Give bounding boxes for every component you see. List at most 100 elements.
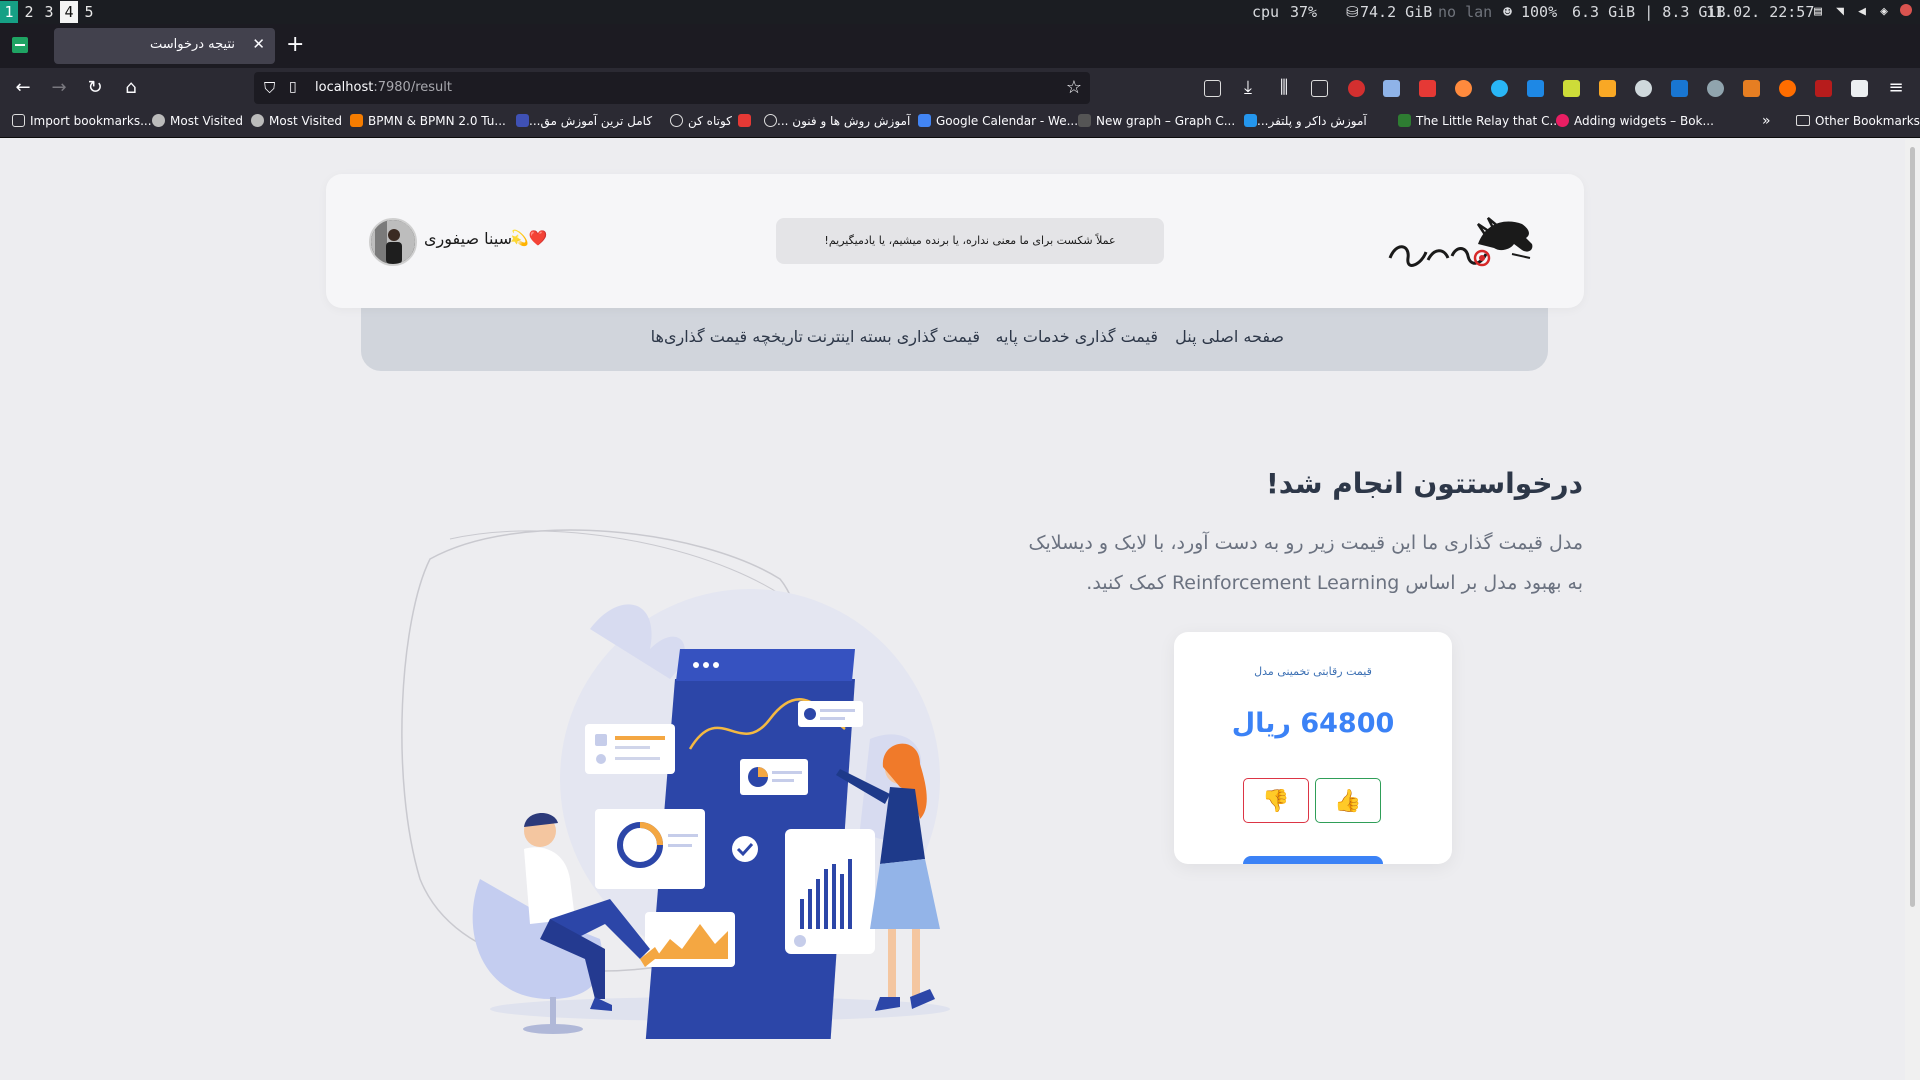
note-extension-icon[interactable]: [1563, 80, 1580, 97]
library-icon[interactable]: ⫼: [1272, 76, 1296, 100]
workspace-5[interactable]: 5: [80, 1, 98, 23]
dislike-button[interactable]: 👎: [1243, 778, 1309, 823]
nav-pricing-history[interactable]: تاریخچه قیمت گذاری‌ها: [651, 327, 803, 346]
gear-icon: [152, 114, 165, 127]
blue-extension-icon[interactable]: [1671, 80, 1688, 97]
page-scrollbar[interactable]: [1905, 139, 1920, 1080]
user-name[interactable]: سینا صیفوری: [424, 229, 512, 248]
user-emoji: 💫❤️: [510, 229, 548, 247]
bookmark-methods[interactable]: آموزش روش ها و فنون ...: [758, 114, 910, 128]
analytics-illustration: [401, 529, 950, 1039]
price-result-card: قیمت رقابتی تخمینی مدل 64800 ریال 👎 👍: [1174, 632, 1452, 864]
volume-icon[interactable]: ◀: [1854, 4, 1870, 20]
motto-banner: عملاً شکست برای ما معنی نداره، یا برنده …: [776, 218, 1164, 264]
workspace-1[interactable]: 1: [0, 1, 18, 23]
translate-extension-icon[interactable]: [1527, 80, 1544, 97]
nav-internet-package-pricing[interactable]: قیمت گذاری بسته اینترنت: [807, 327, 980, 346]
ublock-icon[interactable]: [1348, 80, 1365, 97]
bookmark-docker[interactable]: آموزش داکر و پلتفر...: [1238, 114, 1367, 128]
scrollbar-thumb[interactable]: [1910, 147, 1915, 907]
back-arrow-icon[interactable]: ←: [11, 76, 35, 100]
page-description: مدل قیمت گذاری ما این قیمت زیر رو به دست…: [1028, 532, 1583, 594]
orange-extension-icon[interactable]: [1455, 80, 1472, 97]
relay-icon: [1398, 114, 1411, 127]
wifi-icon[interactable]: ◥: [1832, 4, 1848, 20]
nav-base-services-pricing[interactable]: قیمت گذاری خدمات پایه: [995, 327, 1158, 346]
network-status: no lan: [1438, 3, 1493, 21]
url-bar[interactable]: ⛉ ▯ localhost:7980/result ☆: [254, 72, 1090, 104]
like-button[interactable]: 👍: [1315, 778, 1381, 823]
bookmark-bpmn[interactable]: BPMN & BPMN 2.0 Tu...: [350, 114, 506, 128]
bpmn-icon: [350, 114, 363, 127]
sidebar-icon[interactable]: [1311, 80, 1328, 97]
site-header: عملاً شکست برای ما معنی نداره، یا برنده …: [326, 174, 1584, 308]
reload-icon[interactable]: ↻: [83, 76, 107, 100]
navigation-toolbar: ← → ↻ ⌂ ⛉ ▯ localhost:7980/result ☆ ⤓ ⫼ …: [0, 68, 1920, 108]
globe-icon: [764, 114, 777, 127]
card-action-button[interactable]: [1243, 856, 1383, 864]
x-icon: [737, 114, 751, 127]
page-icon[interactable]: ▯: [289, 79, 303, 97]
battery-level: 100%: [1521, 3, 1558, 21]
mouse-extension-icon[interactable]: [1707, 80, 1724, 97]
bookmark-star-icon[interactable]: ☆: [1066, 77, 1082, 98]
search-extension-icon[interactable]: [1491, 80, 1508, 97]
file-extension-icon[interactable]: [1851, 80, 1868, 97]
pocket-icon[interactable]: [1204, 80, 1221, 97]
close-icon[interactable]: ✕: [252, 35, 265, 53]
url-text[interactable]: localhost:7980/result: [315, 80, 452, 95]
sheets-icon[interactable]: [12, 37, 28, 53]
document-icon[interactable]: ▤: [1810, 4, 1826, 20]
bookmark-graph[interactable]: New graph – Graph C...: [1078, 114, 1235, 128]
pdf-extension-icon[interactable]: [1419, 80, 1436, 97]
workspace-2[interactable]: 2: [20, 1, 38, 23]
download-icon[interactable]: ⤓: [1236, 76, 1260, 100]
graph-icon: [1078, 114, 1091, 127]
thumbs-up-icon: 👍: [1334, 788, 1362, 813]
nav-panel-home[interactable]: صفحه اصلی پنل: [1175, 327, 1284, 346]
workspace-4[interactable]: 4: [60, 1, 78, 23]
home-icon[interactable]: ⌂: [119, 76, 143, 100]
docker-icon: [1244, 114, 1257, 127]
metamask-icon[interactable]: [1743, 80, 1760, 97]
forward-arrow-icon[interactable]: →: [47, 76, 71, 100]
course-icon: [516, 114, 529, 127]
other-bookmarks[interactable]: Other Bookmarks: [1796, 114, 1920, 128]
thumbs-down-icon: 👎: [1262, 788, 1290, 813]
brand-logo[interactable]: [1382, 214, 1542, 274]
tab-result[interactable]: نتیجه درخواست ✕: [54, 28, 275, 64]
bookmark-most-visited-1[interactable]: Most Visited: [152, 114, 243, 128]
bookmark-relay[interactable]: The Little Relay that C...: [1398, 114, 1561, 128]
bookmark-most-visited-2[interactable]: Most Visited: [251, 114, 342, 128]
new-tab-icon[interactable]: +: [286, 32, 304, 57]
disk-icon: ⛁: [1346, 3, 1359, 21]
bookmark-shortener[interactable]: کوتاه کن: [670, 114, 751, 128]
workspace-3[interactable]: 3: [40, 1, 58, 23]
bookmark-import[interactable]: Import bookmarks...: [12, 114, 152, 128]
shield-icon[interactable]: ⛉: [264, 79, 280, 97]
bookmark-course[interactable]: کامل ترین آموزش مق...: [510, 114, 652, 128]
bokeh-icon: [1556, 114, 1569, 127]
avatar[interactable]: [369, 218, 417, 266]
security-icon[interactable]: ◈: [1876, 4, 1892, 20]
bookmark-bokeh[interactable]: Adding widgets – Bok...: [1556, 114, 1714, 128]
battery-icon: ☻: [1503, 3, 1513, 21]
hamburger-menu-icon[interactable]: ≡: [1884, 76, 1908, 100]
main-nav: صفحه اصلی پنل قیمت گذاری خدمات پایه قیمت…: [361, 308, 1548, 371]
notification-icon[interactable]: [1898, 4, 1914, 20]
red-extension-icon[interactable]: [1815, 80, 1832, 97]
memory-usage: 6.3 GiB | 8.3 GiB: [1572, 3, 1726, 21]
cloud-extension-icon[interactable]: [1635, 80, 1652, 97]
bookmark-google-calendar[interactable]: Google Calendar - We...: [918, 114, 1078, 128]
calendar-icon: [918, 114, 931, 127]
page-viewport: عملاً شکست برای ما معنی نداره، یا برنده …: [0, 139, 1905, 1080]
pen-extension-icon[interactable]: [1383, 80, 1400, 97]
bookmarks-toolbar: Import bookmarks... Most Visited Most Vi…: [0, 108, 1920, 138]
system-status-bar: 1 2 3 4 5 cpu 37% ⛁ 74.2 GiB no lan ☻ 10…: [0, 0, 1920, 24]
chevron-double-right-icon[interactable]: »: [1762, 113, 1771, 129]
price-value: 64800 ریال: [1231, 708, 1395, 739]
cpu-label: cpu: [1252, 3, 1280, 21]
duckduckgo-icon[interactable]: [1779, 80, 1796, 97]
yellow-extension-icon[interactable]: [1599, 80, 1616, 97]
url-host: localhost: [315, 80, 374, 95]
